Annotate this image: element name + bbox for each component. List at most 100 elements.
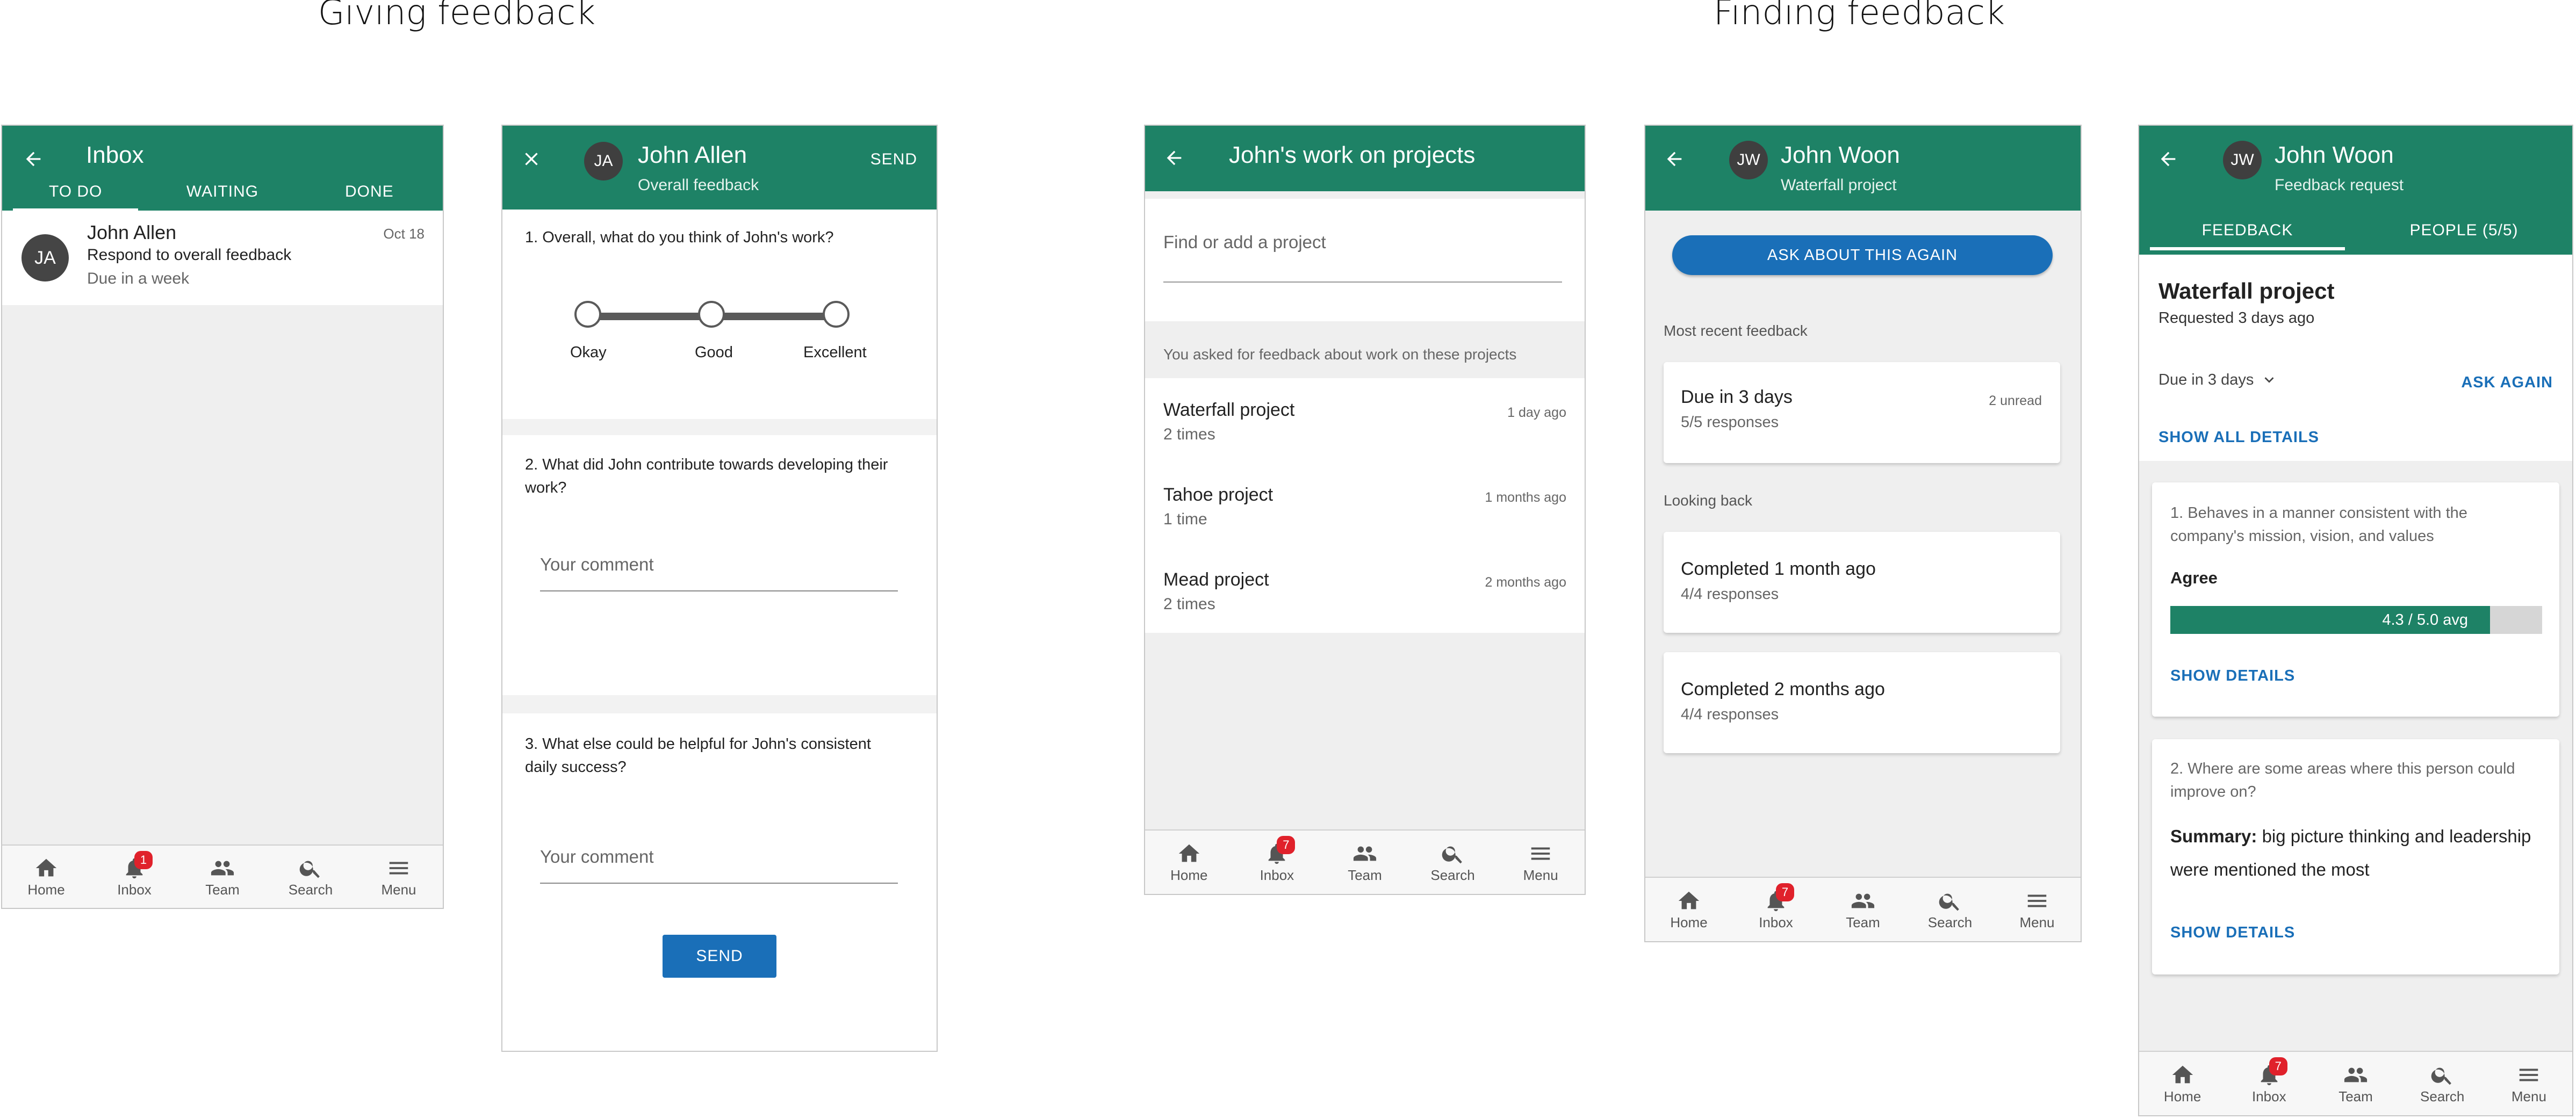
avatar: JW (1729, 141, 1768, 179)
project-name: Tahoe project (1163, 485, 1273, 505)
tab-people[interactable]: PEOPLE (5/5) (2356, 217, 2572, 240)
project-count: 2 times (1163, 425, 1215, 443)
back-arrow-icon[interactable] (18, 144, 48, 174)
input-underline (1163, 281, 1562, 283)
recent-label: Most recent feedback (1664, 322, 1808, 339)
nav-team[interactable]: Team (1819, 878, 1906, 941)
app-bar: Inbox TO DO WAITING DONE (2, 126, 443, 212)
nav-menu[interactable]: Menu (355, 846, 443, 908)
nav-inbox[interactable]: Inbox 7 (1732, 878, 1819, 941)
recent-feedback-card[interactable]: Due in 3 days 5/5 responses 2 unread (1664, 362, 2060, 463)
slider-stop-excellent[interactable] (823, 301, 850, 328)
project-list: Waterfall project 2 times 1 day ago Taho… (1145, 378, 1585, 633)
team-icon (1353, 846, 1377, 861)
show-details-link[interactable]: SHOW DETAILS (2170, 667, 2295, 685)
nav-team[interactable]: Team (178, 846, 267, 908)
team-icon (211, 861, 234, 875)
home-icon (2172, 1065, 2193, 1083)
search-icon (1442, 846, 1462, 863)
past-feedback-card[interactable]: Completed 2 months ago 4/4 responses (1664, 652, 2060, 753)
ask-again-link[interactable]: ASK AGAIN (2461, 374, 2553, 392)
past-feedback-card[interactable]: Completed 1 month ago 4/4 responses (1664, 532, 2060, 633)
slider-stop-okay[interactable] (574, 301, 601, 328)
bottom-nav: Home Inbox 7 Team Search Menu (1645, 877, 2081, 941)
show-details-link[interactable]: SHOW DETAILS (2170, 924, 2295, 942)
nav-menu[interactable]: Menu (2486, 1052, 2572, 1115)
project-count: 1 time (1163, 510, 1207, 528)
menu-icon (2520, 1069, 2538, 1081)
nav-search[interactable]: Search (1409, 831, 1497, 894)
question-3-text: 3. What else could be helpful for John's… (525, 735, 871, 776)
person-name: John Woon (2275, 142, 2394, 168)
nav-menu[interactable]: Menu (1994, 878, 2081, 941)
slider-stop-good[interactable] (698, 301, 725, 328)
ask-again-button[interactable]: ASK ABOUT THIS AGAIN (1672, 235, 2053, 275)
show-all-details-link[interactable]: SHOW ALL DETAILS (2158, 429, 2319, 446)
looking-back-label: Looking back (1664, 492, 1753, 509)
slider-label-excellent: Excellent (803, 344, 867, 361)
nav-search[interactable]: Search (1906, 878, 1994, 941)
nav-inbox[interactable]: Inbox 1 (90, 846, 178, 908)
nav-search[interactable]: Search (267, 846, 355, 908)
tab-todo[interactable]: TO DO (2, 178, 149, 212)
item-line1: Respond to overall feedback (87, 246, 292, 264)
question-1-text: 1. Behaves in a manner consistent with t… (2170, 504, 2467, 545)
question-1-section: 1. Overall, what do you think of John's … (502, 210, 937, 419)
back-arrow-icon[interactable] (2153, 144, 2183, 174)
notification-badge: 1 (134, 851, 153, 869)
notification-badge: 7 (1776, 883, 1794, 901)
card-title: Due in 3 days (1681, 387, 1793, 407)
list-item[interactable]: JA John Allen Oct 18 Respond to overall … (2, 211, 443, 305)
input-underline (540, 883, 898, 884)
nav-team[interactable]: Team (2312, 1052, 2399, 1115)
project-search-input[interactable]: Find or add a project (1163, 232, 1326, 252)
project-title: Waterfall project (2158, 278, 2335, 304)
avatar: JA (21, 234, 69, 281)
send-top-button[interactable]: SEND (870, 150, 917, 169)
avg-progress-bar: 4.3 / 5.0 avg (2170, 606, 2542, 634)
back-arrow-icon[interactable] (1159, 143, 1189, 173)
nav-menu[interactable]: Menu (1496, 831, 1585, 894)
person-name: John Woon (1781, 142, 1900, 168)
list-item[interactable]: Waterfall project 2 times 1 day ago (1145, 378, 1585, 463)
comment-input-3[interactable]: Your comment (540, 847, 654, 867)
home-icon (1178, 844, 1199, 862)
slider-label-okay: Okay (570, 344, 607, 361)
comment-input-2[interactable]: Your comment (540, 554, 654, 575)
bottom-nav: Home Inbox 7 Team Search Menu (2139, 1051, 2572, 1115)
request-subtitle: Feedback request (2275, 176, 2404, 194)
nav-inbox[interactable]: Inbox 7 (2226, 1052, 2312, 1115)
question-2-card: 2. Where are some areas where this perso… (2152, 739, 2559, 974)
nav-inbox[interactable]: Inbox 7 (1233, 831, 1321, 894)
close-icon[interactable] (516, 144, 546, 174)
due-dropdown[interactable]: Due in 3 days (2158, 371, 2278, 389)
tab-waiting[interactable]: WAITING (149, 178, 296, 201)
nav-home[interactable]: Home (2139, 1052, 2226, 1115)
menu-icon (2027, 894, 2047, 907)
home-icon (1678, 891, 1700, 909)
notification-badge: 7 (1277, 836, 1296, 854)
summary-label: Summary: (2170, 826, 2257, 846)
nav-home[interactable]: Home (2, 846, 90, 908)
summary-text: Summary: big picture thinking and leader… (2170, 820, 2541, 886)
list-item[interactable]: Tahoe project 1 time 1 months ago (1145, 463, 1585, 548)
tab-done[interactable]: DONE (296, 178, 443, 201)
project-when: 1 day ago (1507, 405, 1566, 420)
answer-label: Agree (2170, 568, 2218, 587)
app-bar: JA John Allen Overall feedback SEND (502, 126, 937, 210)
app-bar: JW John Woon Waterfall project (1645, 126, 2081, 211)
inbox-screen: Inbox TO DO WAITING DONE JA John Allen O… (2, 126, 443, 908)
nav-home[interactable]: Home (1645, 878, 1732, 941)
nav-search[interactable]: Search (2399, 1052, 2486, 1115)
card-sub: 4/4 responses (1681, 586, 1779, 603)
card-sub: 4/4 responses (1681, 706, 1779, 723)
back-arrow-icon[interactable] (1659, 144, 1689, 174)
bottom-nav: Home Inbox 7 Team Search Menu (1145, 829, 1585, 894)
avg-label: 4.3 / 5.0 avg (2382, 611, 2468, 629)
list-item[interactable]: Mead project 2 times 2 months ago (1145, 548, 1585, 633)
tab-feedback[interactable]: FEEDBACK (2139, 217, 2356, 250)
project-subtitle: Waterfall project (1781, 176, 1897, 194)
send-button[interactable]: SEND (663, 935, 776, 978)
nav-home[interactable]: Home (1145, 831, 1233, 894)
nav-team[interactable]: Team (1321, 831, 1409, 894)
